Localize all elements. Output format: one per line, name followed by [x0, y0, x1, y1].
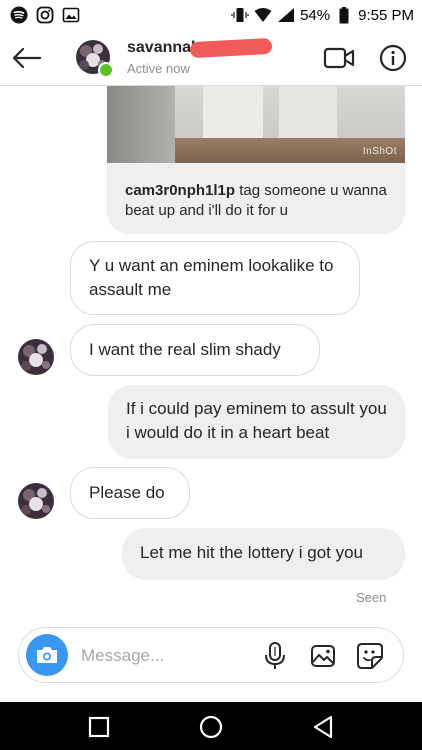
status-bar: 54% 9:55 PM [0, 0, 422, 30]
clock: 9:55 PM [358, 6, 414, 24]
name-redaction [189, 37, 273, 59]
back-button[interactable] [10, 42, 44, 74]
voice-message-button[interactable] [262, 641, 288, 671]
post-video-thumbnail[interactable]: InShOt [107, 86, 405, 163]
sticker-button[interactable] [355, 641, 385, 671]
square-icon [88, 716, 110, 738]
message-bubble[interactable]: Y u want an eminem lookalike to assault … [70, 241, 360, 315]
camera-button[interactable] [26, 634, 68, 676]
video-call-button[interactable] [322, 44, 356, 72]
message-bubble[interactable]: Let me hit the lottery i got you [122, 528, 405, 580]
video-camera-icon [323, 47, 355, 69]
system-nav-bar [0, 702, 422, 750]
seen-indicator: Seen [356, 590, 387, 605]
image-icon [311, 645, 335, 667]
message-bubble[interactable]: Please do [70, 467, 190, 519]
info-icon [379, 44, 407, 72]
circle-icon [199, 715, 223, 739]
post-caption: cam3r0nph1l1p tag someone u wanna beat u… [125, 181, 393, 221]
instagram-icon [36, 6, 54, 24]
vibrate-icon [231, 6, 249, 24]
recents-button[interactable] [84, 712, 114, 742]
post-username[interactable]: cam3r0nph1l1p [125, 182, 235, 199]
signal-icon [277, 6, 295, 24]
active-status: Active now [127, 61, 190, 76]
battery-icon [335, 6, 353, 24]
message-text: Let me hit the lottery i got you [140, 543, 364, 562]
shared-post[interactable]: InShOt cam3r0nph1l1p tag someone u wanna… [107, 86, 405, 234]
message-text: If i could pay eminem to assult you i wo… [126, 399, 387, 442]
back-nav-button[interactable] [308, 712, 338, 742]
message-text: Please do [89, 483, 165, 502]
message-text: Y u want an eminem lookalike to assault … [89, 256, 334, 299]
message-bubble[interactable]: I want the real slim shady [70, 324, 320, 376]
gallery-icon [62, 6, 80, 24]
inshot-watermark: InShOt [362, 146, 397, 157]
wifi-icon [254, 6, 272, 24]
contact-avatar[interactable] [18, 339, 54, 375]
camera-icon [37, 647, 57, 663]
sticker-icon [357, 643, 383, 669]
conversation-header: savannah Active now [0, 30, 422, 86]
arrow-left-icon [12, 47, 42, 69]
spotify-icon [10, 6, 28, 24]
microphone-icon [265, 642, 285, 669]
battery-percent: 54% [300, 6, 331, 24]
contact-avatar[interactable] [18, 483, 54, 519]
triangle-back-icon [313, 715, 333, 739]
online-indicator [98, 62, 114, 78]
message-text: I want the real slim shady [89, 340, 281, 359]
message-input[interactable] [79, 642, 243, 670]
home-button[interactable] [196, 712, 226, 742]
message-composer [18, 627, 404, 683]
message-bubble[interactable]: If i could pay eminem to assult you i wo… [108, 385, 405, 459]
gallery-button[interactable] [309, 642, 337, 670]
info-button[interactable] [378, 43, 408, 73]
